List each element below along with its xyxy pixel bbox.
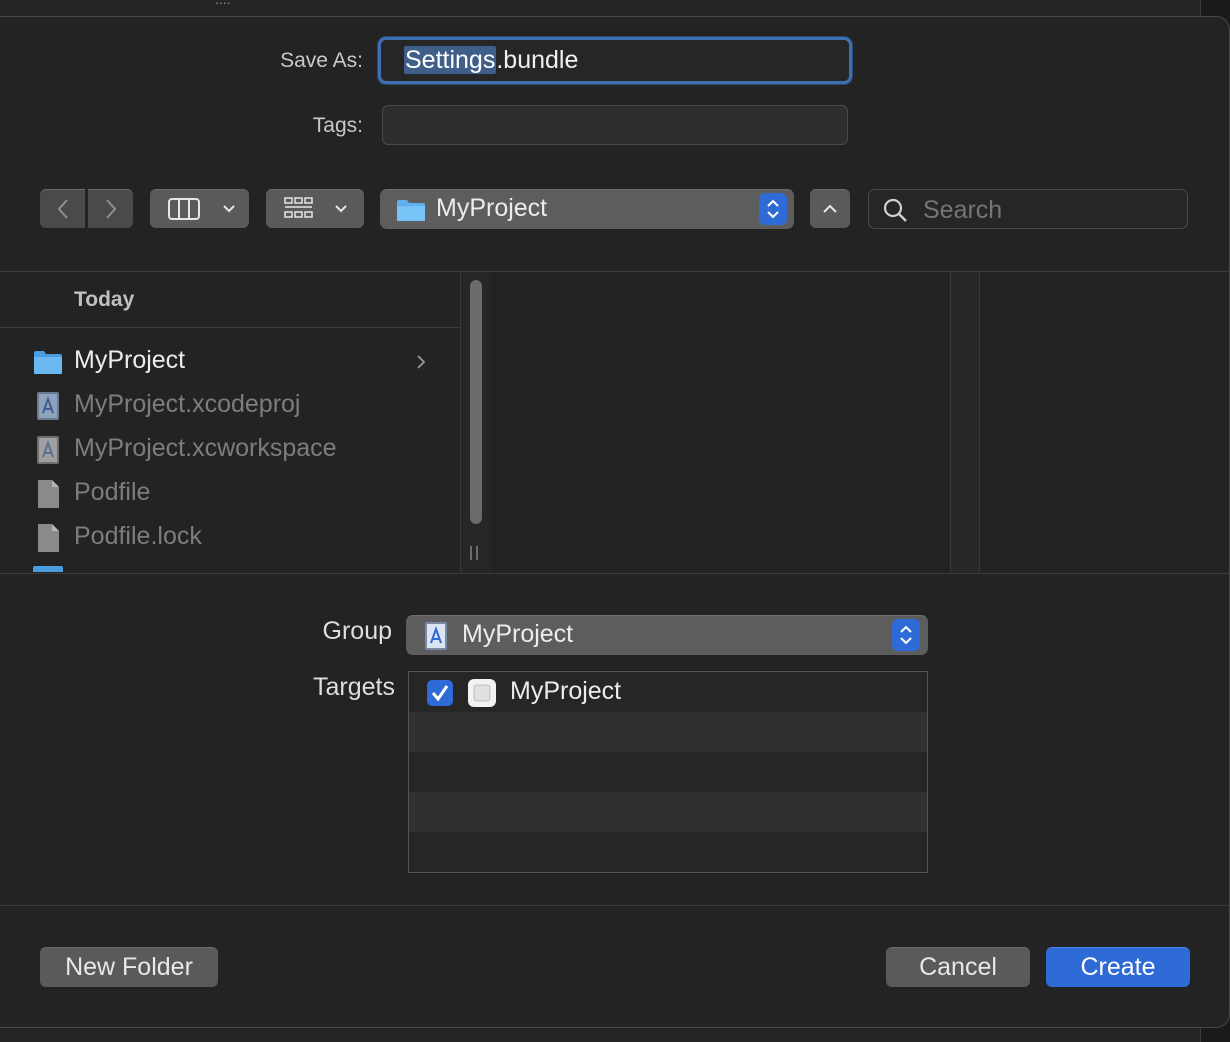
column-resize-handle[interactable] — [476, 546, 478, 560]
tags-field[interactable] — [382, 105, 848, 145]
group-stepper — [892, 619, 920, 651]
folder-icon — [397, 200, 425, 221]
folder-icon — [34, 351, 62, 374]
forward-button[interactable] — [88, 189, 133, 228]
table-row[interactable]: MyProject — [409, 672, 927, 712]
group-label: Group — [322, 617, 392, 645]
browser-column-empty — [980, 272, 1229, 572]
tags-label: Tags: — [312, 114, 363, 137]
chevron-right-icon — [105, 199, 116, 219]
chevron-down-icon — [335, 205, 347, 213]
up-down-chevron-icon — [767, 199, 779, 219]
chevron-right-icon — [417, 355, 426, 369]
folder-icon — [33, 566, 63, 572]
save-as-extension-text: .bundle — [496, 46, 579, 74]
chevron-up-icon — [823, 204, 837, 213]
table-row-empty — [409, 832, 927, 872]
save-as-selected-text: Settings — [404, 46, 497, 74]
save-sheet: Save As: Settings.bundle Tags: MyProject — [0, 16, 1230, 1028]
target-name: MyProject — [510, 677, 622, 705]
target-checkbox[interactable] — [427, 680, 453, 706]
scrollbar-thumb[interactable] — [470, 280, 482, 524]
grid-icon — [284, 197, 313, 218]
group-popup[interactable]: MyProject — [406, 615, 928, 655]
cancel-button[interactable]: Cancel — [886, 947, 1030, 987]
footer-divider — [0, 905, 1229, 906]
list-item-label: Podfile.lock — [74, 522, 202, 550]
view-mode-button[interactable] — [150, 189, 249, 228]
back-button[interactable] — [40, 189, 85, 228]
browser-column: Today MyProject MyProject.xcodeproj MyPr… — [0, 272, 460, 572]
save-as-field[interactable]: Settings.bundle — [378, 37, 852, 84]
list-item: Podfile.lock — [0, 516, 460, 560]
background-window-text: .... — [215, 0, 231, 7]
up-down-chevron-icon — [900, 625, 912, 645]
columns-view-icon — [168, 198, 200, 220]
list-item-label: MyProject — [74, 346, 186, 374]
location-label: MyProject — [436, 194, 548, 222]
list-item[interactable]: MyProject — [0, 340, 460, 384]
group-by-button[interactable] — [266, 189, 364, 228]
section-divider — [0, 327, 460, 328]
column-resize-handle[interactable] — [470, 546, 472, 560]
expand-collapse-button[interactable] — [810, 189, 850, 228]
targets-list: MyProject — [408, 671, 928, 873]
column-scroll-track — [950, 272, 980, 572]
search-icon — [883, 198, 907, 222]
xcworkspace-icon — [37, 436, 59, 464]
list-item-label: MyProject.xcodeproj — [74, 390, 301, 418]
xcodeproj-icon — [425, 622, 447, 650]
browser-divider — [0, 573, 1229, 574]
new-folder-button[interactable]: New Folder — [40, 947, 218, 987]
location-stepper — [759, 193, 787, 225]
document-icon — [38, 480, 59, 508]
targets-label: Targets — [313, 673, 395, 701]
create-button[interactable]: Create — [1046, 947, 1190, 987]
checkmark-icon — [431, 685, 449, 702]
search-field[interactable] — [868, 189, 1188, 229]
location-popup[interactable]: MyProject — [380, 189, 794, 229]
chevron-down-icon — [223, 205, 235, 213]
list-item: Podfile — [0, 472, 460, 516]
search-input[interactable] — [921, 194, 1175, 226]
document-icon — [38, 524, 59, 552]
save-as-label: Save As: — [280, 49, 363, 72]
app-target-icon — [468, 679, 496, 707]
list-item: MyProject.xcworkspace — [0, 428, 460, 472]
table-row-empty — [409, 792, 927, 832]
xcodeproj-icon — [37, 392, 59, 420]
browser-column-empty — [491, 272, 949, 572]
group-value: MyProject — [462, 620, 574, 648]
browser-scrollbar[interactable] — [460, 272, 492, 572]
table-row-empty — [409, 712, 927, 752]
list-item: MyProject.xcodeproj — [0, 384, 460, 428]
section-header-today: Today — [74, 288, 135, 311]
table-row-empty — [409, 752, 927, 792]
list-item-label: Podfile — [74, 478, 151, 506]
chevron-left-icon — [57, 199, 68, 219]
list-item-label: MyProject.xcworkspace — [74, 434, 337, 462]
